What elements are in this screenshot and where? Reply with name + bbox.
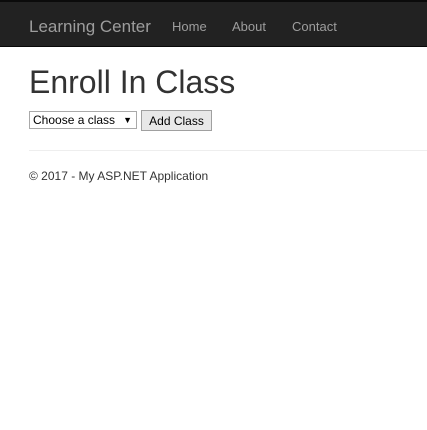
class-select-value: Choose a class: [33, 113, 116, 127]
class-select[interactable]: Choose a class ▼: [29, 111, 137, 129]
navbar: Learning Center Home About Contact: [0, 0, 427, 47]
nav-link-about[interactable]: About: [232, 19, 266, 34]
page-title: Enroll In Class: [29, 64, 236, 100]
nav-link-home[interactable]: Home: [172, 19, 207, 34]
dropdown-arrow-icon: ▼: [123, 115, 132, 125]
nav-link-contact[interactable]: Contact: [292, 19, 337, 34]
brand-link[interactable]: Learning Center: [29, 17, 151, 37]
footer-divider: [29, 150, 427, 151]
footer-copyright: © 2017 - My ASP.NET Application: [29, 169, 209, 183]
add-class-button[interactable]: Add Class: [141, 110, 212, 131]
